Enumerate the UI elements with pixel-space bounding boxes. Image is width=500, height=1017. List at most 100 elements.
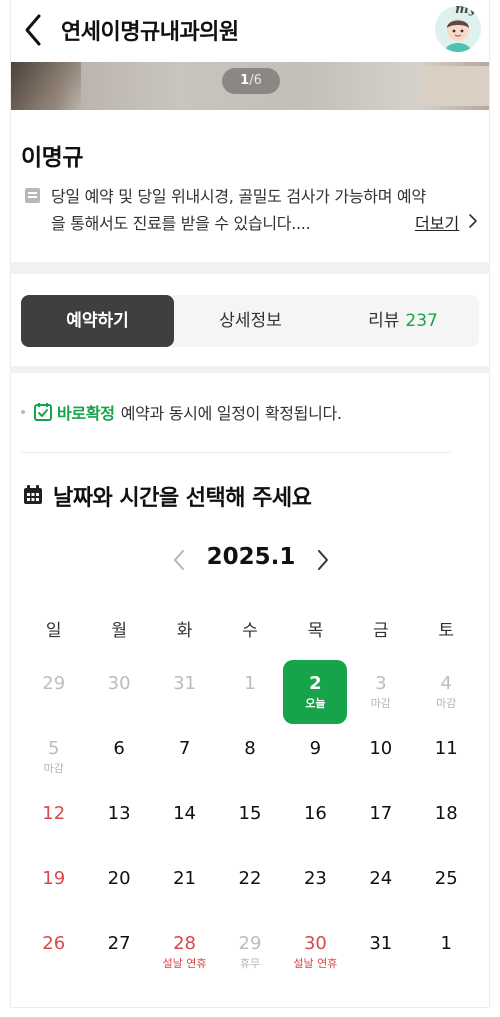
calendar-day[interactable]: 22 <box>217 855 282 920</box>
photo-bench <box>421 66 489 106</box>
day-number: 21 <box>173 868 196 889</box>
calendar-day[interactable]: 13 <box>86 790 151 855</box>
weekday-label: 토 <box>438 621 455 641</box>
calendar-day[interactable]: 6 <box>86 725 151 790</box>
calendar-day-cell[interactable]: 12 <box>22 790 86 854</box>
weekday-label: 월 <box>111 621 127 641</box>
calendar-day[interactable]: 8 <box>217 725 282 790</box>
calendar-day[interactable]: 25 <box>414 855 479 920</box>
calendar-day-cell[interactable]: 30 설날 연휴 <box>283 920 347 984</box>
tab-label: 예약하기 <box>66 311 129 331</box>
doctor-description: 당일 예약 및 당일 위내시경, 골밀도 검사가 가능하며 예약을 통해서도 진… <box>51 187 426 233</box>
weekday-label: 일 <box>45 621 62 641</box>
calendar-day[interactable]: 17 <box>348 790 413 855</box>
calendar-day[interactable]: 12 <box>21 790 86 855</box>
calendar-day-cell[interactable]: 20 <box>87 855 151 919</box>
next-month-button[interactable] <box>313 546 333 574</box>
calendar-day[interactable]: 19 <box>21 855 86 920</box>
calendar-day[interactable]: 23 <box>283 855 348 920</box>
calendar-day-cell[interactable]: 15 <box>218 790 282 854</box>
calendar-day[interactable]: 9 <box>283 725 348 790</box>
calendar-day[interactable]: 16 <box>283 790 348 855</box>
tab-reviews[interactable]: 리뷰 237 <box>327 295 479 347</box>
calendar-day-cell[interactable]: 7 <box>153 725 217 789</box>
calendar-day[interactable]: 26 <box>21 920 86 985</box>
calendar-day[interactable]: 20 <box>86 855 151 920</box>
calendar-day: 3 마감 <box>348 660 413 725</box>
calendar-icon <box>24 485 42 504</box>
calendar-day[interactable]: 21 <box>152 855 217 920</box>
calendar-day[interactable]: 1 <box>414 920 479 985</box>
calendar-day-cell[interactable]: 14 <box>153 790 217 854</box>
calendar-day[interactable]: 15 <box>217 790 282 855</box>
day-number: 8 <box>244 738 256 759</box>
day-number: 16 <box>303 803 327 824</box>
calendar-day-cell[interactable]: 8 <box>218 725 282 789</box>
my-page-avatar[interactable]: my <box>435 6 481 52</box>
month-label: 2025.1 <box>206 544 296 570</box>
calendar-day-cell[interactable]: 19 <box>22 855 86 919</box>
calendar-day: 4 마감 <box>414 660 479 725</box>
calendar-day-cell[interactable]: 26 <box>22 920 86 984</box>
calendar-day: 31 <box>152 660 217 725</box>
calendar-day-cell[interactable]: 25 <box>414 855 478 919</box>
day-number: 20 <box>107 868 131 889</box>
day-status: 휴무 <box>239 957 261 970</box>
calendar-day[interactable]: 27 <box>86 920 151 985</box>
weekday-header: 일 월 화 수 목 금 토 <box>21 616 479 641</box>
calendar-day-cell[interactable]: 1 <box>414 920 478 984</box>
calendar-day-cell[interactable]: 13 <box>87 790 151 854</box>
calendar-day[interactable]: 11 <box>414 725 479 790</box>
calendar-day[interactable]: 7 <box>152 725 217 790</box>
calendar-day-cell[interactable]: 28 설날 연휴 <box>153 920 217 984</box>
calendar-day-cell[interactable]: 21 <box>153 855 217 919</box>
calendar-day-cell[interactable]: 31 <box>349 920 413 984</box>
tab-bar: 예약하기 상세정보 리뷰 237 <box>21 295 479 347</box>
calendar-day-selected[interactable]: 2 오늘 <box>283 660 348 725</box>
memo-icon <box>25 188 40 203</box>
day-number: 1 <box>440 933 452 954</box>
calendar-day[interactable]: 18 <box>414 790 479 855</box>
calendar-day[interactable]: 24 <box>348 855 413 920</box>
calendar-day-cell: 1 <box>218 660 282 724</box>
more-link[interactable]: 더보기 <box>415 210 459 234</box>
day-status: 마감 <box>436 697 457 710</box>
tab-reservation[interactable]: 예약하기 <box>21 295 174 347</box>
clinic-photo-carousel[interactable]: 1/6 <box>11 62 489 110</box>
instant-confirm-badge: 바로확정 <box>57 404 115 423</box>
calendar-day-cell[interactable]: 24 <box>349 855 413 919</box>
calendar-day-cell: 29 휴무 <box>218 920 282 984</box>
calendar-day-cell[interactable]: 17 <box>349 790 413 854</box>
day-number: 1 <box>244 673 256 694</box>
calendar-day[interactable]: 30 설날 연휴 <box>283 920 348 985</box>
calendar-day-cell[interactable]: 9 <box>283 725 347 789</box>
calendar-week: 19 20 21 22 23 24 25 <box>21 855 479 920</box>
calendar-day[interactable]: 31 <box>348 920 413 985</box>
calendar-day-cell: 4 마감 <box>414 660 478 724</box>
top-header: 연세이명규내과의원 my <box>11 0 489 60</box>
calendar-day[interactable]: 10 <box>348 725 413 790</box>
chevron-right-icon[interactable] <box>467 213 479 229</box>
calendar-day-cell[interactable]: 6 <box>87 725 151 789</box>
tab-label: 상세정보 <box>219 311 282 331</box>
back-button[interactable] <box>21 12 45 48</box>
prev-month-button[interactable] <box>169 546 189 574</box>
calendar-day[interactable]: 28 설날 연휴 <box>152 920 217 985</box>
calendar-day-cell[interactable]: 22 <box>218 855 282 919</box>
calendar-day-cell[interactable]: 18 <box>414 790 478 854</box>
calendar-day-cell[interactable]: 2 오늘 <box>283 660 348 724</box>
calendar-day-cell: 31 <box>153 660 217 724</box>
calendar-day[interactable]: 14 <box>152 790 217 855</box>
calendar-day-cell[interactable]: 11 <box>414 725 478 789</box>
calendar-day-cell[interactable]: 23 <box>283 855 347 919</box>
photo-wall <box>11 62 81 110</box>
calendar-day-cell[interactable]: 16 <box>283 790 347 854</box>
day-number: 24 <box>369 868 393 889</box>
day-number: 17 <box>369 803 393 824</box>
divider-line <box>21 452 451 453</box>
day-number: 18 <box>434 803 458 824</box>
calendar-day: 29 휴무 <box>217 920 282 985</box>
calendar-day-cell[interactable]: 10 <box>349 725 413 789</box>
calendar-day-cell[interactable]: 27 <box>87 920 151 984</box>
tab-details[interactable]: 상세정보 <box>174 295 327 347</box>
